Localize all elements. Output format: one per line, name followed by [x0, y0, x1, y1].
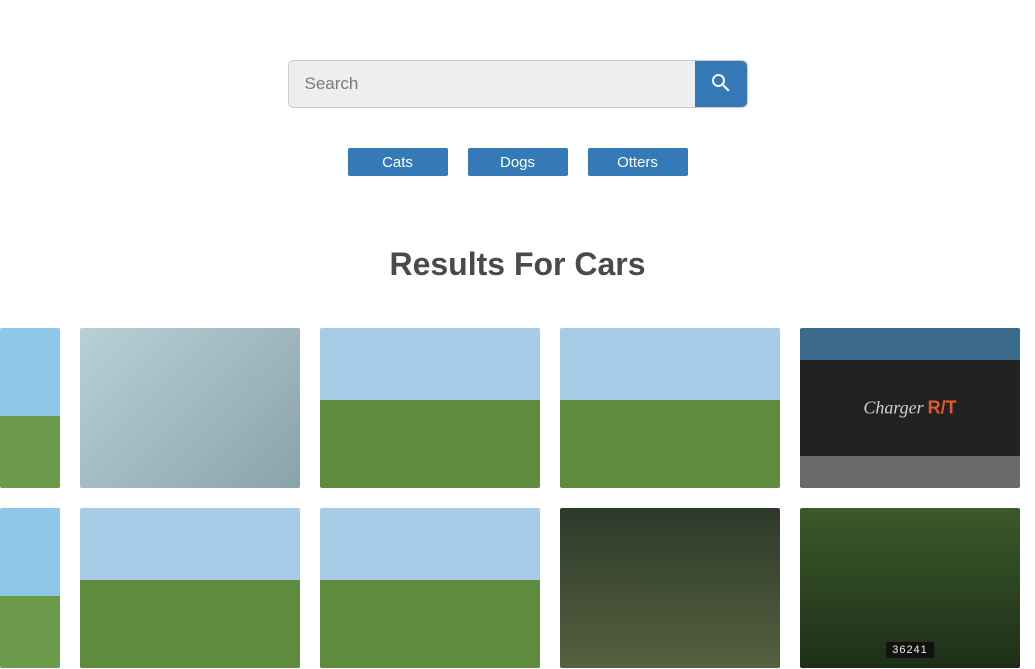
pill-dogs[interactable]: Dogs: [468, 148, 568, 176]
result-thumb[interactable]: [320, 328, 540, 488]
license-plate: 36241: [886, 642, 934, 658]
result-thumb[interactable]: [0, 508, 60, 668]
result-thumb[interactable]: [560, 508, 780, 668]
result-thumb[interactable]: [0, 328, 60, 488]
results-grid-row-2: 36241: [0, 508, 1035, 668]
result-thumb[interactable]: [80, 508, 300, 668]
category-pills: Cats Dogs Otters: [0, 148, 1035, 176]
result-thumb[interactable]: [560, 328, 780, 488]
pill-cats[interactable]: Cats: [348, 148, 448, 176]
search-input[interactable]: [289, 61, 695, 107]
results-grid-row-1: ChargerR/T: [0, 328, 1035, 488]
pill-otters[interactable]: Otters: [588, 148, 688, 176]
result-thumb[interactable]: 36241: [800, 508, 1020, 668]
result-thumb[interactable]: ChargerR/T: [800, 328, 1020, 488]
search-group: [288, 60, 748, 108]
results-title: Results For Cars: [0, 246, 1035, 283]
search-button[interactable]: [695, 61, 747, 107]
search-row: [0, 60, 1035, 108]
result-thumb[interactable]: [80, 328, 300, 488]
search-icon: [709, 71, 733, 98]
result-thumb[interactable]: [320, 508, 540, 668]
badge-text: ChargerR/T: [863, 398, 956, 419]
